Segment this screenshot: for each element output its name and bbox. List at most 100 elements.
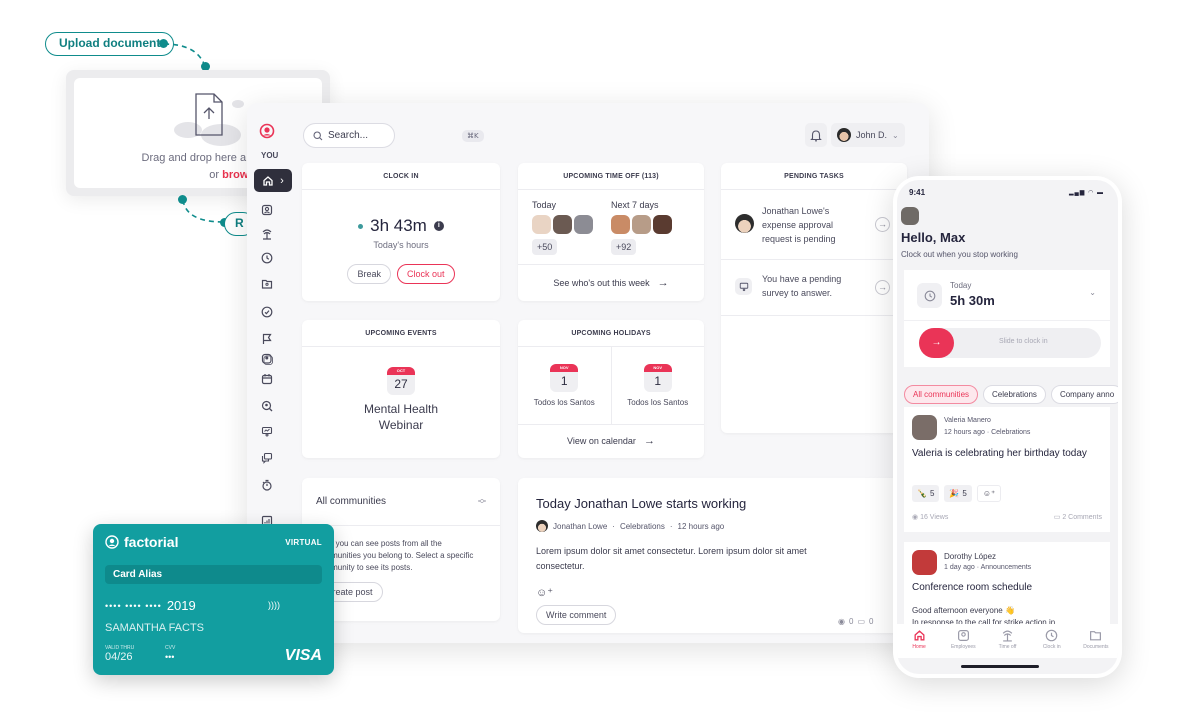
event-month: OCT (387, 367, 415, 375)
folder-icon (261, 279, 273, 289)
tab-clock-in[interactable]: Clock in (1030, 629, 1074, 658)
sidebar-item-documents[interactable] (257, 274, 277, 294)
communities-select[interactable]: All communities ︿ ﹀ (302, 478, 500, 526)
upload-document-pill[interactable]: Upload document (45, 32, 175, 56)
sidebar-item-timer[interactable] (257, 475, 277, 495)
holiday-day: 1 (654, 374, 662, 388)
view-on-calendar-link[interactable]: View on calendar → (518, 425, 704, 457)
tab-home[interactable]: Home (897, 629, 941, 658)
chip-celebrations[interactable]: Celebrations (983, 385, 1046, 404)
sidebar-item-goals[interactable] (257, 329, 277, 349)
clock-in-card: CLOCK IN 3h 43m i Today's hours Break Cl… (302, 163, 500, 301)
add-reaction-icon[interactable]: ☺⁺ (976, 485, 1002, 502)
holiday-item[interactable]: NOV 1 Todos los Santos (612, 347, 705, 424)
tab-time-off[interactable]: Time off (985, 629, 1029, 658)
reaction-button[interactable]: 🍾 5 (912, 485, 940, 502)
holiday-item[interactable]: NOV 1 Todos los Santos (518, 347, 612, 424)
search-input[interactable]: Search... (303, 123, 395, 148)
sidebar-item-time-off[interactable] (257, 224, 277, 244)
virtual-card[interactable]: factorial VIRTUAL Card Alias •••• •••• •… (93, 524, 334, 675)
event-item[interactable]: OCT 27 Mental Health Webinar (302, 367, 500, 433)
more-count-badge[interactable]: +50 (532, 239, 558, 255)
avatar[interactable] (611, 215, 630, 234)
author-avatar (912, 550, 937, 575)
sidebar-item-recruitment[interactable] (257, 396, 277, 416)
app-window: YOU › Search... ⌘K John D. ⌄ CLOCK IN 3h… (247, 103, 929, 643)
sidebar-item-home[interactable]: › (254, 169, 292, 192)
avatar[interactable] (532, 215, 551, 234)
card-alias: Card Alias (105, 565, 322, 584)
upload-file-icon (174, 93, 244, 146)
slide-label: Slide to clock in (999, 338, 1048, 345)
user-avatar[interactable] (901, 207, 919, 225)
task-item[interactable]: You have a pending survey to answer. → (721, 260, 907, 316)
views-count: 16 Views (920, 514, 949, 521)
chevron-down-icon[interactable]: ⌄ (1089, 288, 1096, 297)
sidebar-item-clock-in[interactable] (257, 248, 277, 268)
sidebar-item-people[interactable] (257, 349, 277, 369)
chip-all-communities[interactable]: All communities (904, 385, 979, 404)
sidebar-item-communities[interactable] (257, 448, 277, 468)
break-button[interactable]: Break (347, 264, 391, 284)
add-reaction-icon[interactable]: ☺⁺ (536, 586, 920, 599)
tab-documents[interactable]: Documents (1074, 629, 1118, 658)
clock-subtitle: Today's hours (373, 240, 429, 250)
sidebar-item-calendar[interactable] (257, 369, 277, 389)
home-icon (263, 175, 273, 186)
reaction-count: 5 (929, 489, 935, 498)
slide-handle[interactable]: → (919, 328, 954, 358)
palm-tree-icon (262, 229, 272, 240)
palm-tree-icon (1002, 630, 1013, 642)
clock-out-button[interactable]: Clock out (396, 264, 455, 284)
avatar (735, 214, 754, 233)
comments-count: 0 (869, 617, 874, 626)
chip-company-announcements[interactable]: Company anno (1050, 385, 1118, 404)
tab-employees[interactable]: Employees (941, 629, 985, 658)
notifications-button[interactable] (805, 123, 827, 147)
info-icon[interactable]: i (433, 221, 444, 231)
brand-name: factorial (124, 534, 179, 550)
check-circle-icon (261, 306, 273, 318)
arrow-right-icon[interactable]: → (875, 217, 890, 232)
search-person-icon (261, 400, 273, 412)
avatar[interactable] (574, 215, 593, 234)
card-title: UPCOMING EVENTS (302, 320, 500, 347)
slide-to-clock-in[interactable]: → Slide to clock in (919, 328, 1101, 358)
task-item[interactable]: Jonathan Lowe's expense approval request… (721, 190, 907, 260)
select-value: All communities (316, 496, 387, 507)
write-comment-button[interactable]: Write comment (536, 605, 617, 625)
sidebar-item-tasks[interactable] (257, 302, 277, 322)
feed-post[interactable]: Valeria Manero 12 hours ago · Celebratio… (904, 407, 1110, 532)
author-avatar (536, 520, 548, 532)
more-count-badge[interactable]: +92 (611, 239, 637, 255)
post-time: 1 day ago (944, 564, 975, 571)
bottom-tab-bar: Home Employees Time off Clock in Documen… (897, 624, 1118, 658)
tab-label: Employees (950, 644, 976, 650)
arrow-right-icon[interactable]: → (875, 280, 890, 295)
post-category[interactable]: Celebrations (620, 522, 665, 531)
sidebar-item-employees[interactable] (257, 200, 277, 220)
see-whos-out-link[interactable]: See who's out this week → (518, 264, 704, 301)
avatar[interactable] (632, 215, 651, 234)
reaction-emoji: 🍾 (917, 489, 927, 498)
chevron-right-icon: › (280, 174, 284, 187)
avatar[interactable] (653, 215, 672, 234)
card-title: PENDING TASKS (721, 163, 907, 190)
reaction-button[interactable]: 🎉 5 (944, 485, 972, 502)
home-icon (914, 630, 925, 641)
community-chips: All communities Celebrations Company ann… (904, 385, 1118, 404)
user-menu-button[interactable]: John D. ⌄ (831, 123, 905, 147)
pending-tasks-card: PENDING TASKS Jonathan Lowe's expense ap… (721, 163, 907, 433)
calendar-date-badge: OCT 27 (387, 367, 415, 395)
post-author[interactable]: Jonathan Lowe (553, 522, 607, 531)
post-time: 12 hours ago (677, 521, 725, 531)
employees-icon (261, 204, 273, 216)
upcoming-holidays-card: UPCOMING HOLIDAYS NOV 1 Todos los Santos… (518, 320, 704, 458)
author-avatar (912, 415, 937, 440)
upcoming-time-off-card: UPCOMING TIME OFF (113) Today +50 Next 7… (518, 163, 704, 301)
sidebar-item-surveys[interactable] (257, 422, 277, 442)
profile-icon[interactable] (257, 121, 277, 141)
connector-dot (178, 195, 187, 204)
survey-icon (261, 426, 273, 437)
avatar[interactable] (553, 215, 572, 234)
